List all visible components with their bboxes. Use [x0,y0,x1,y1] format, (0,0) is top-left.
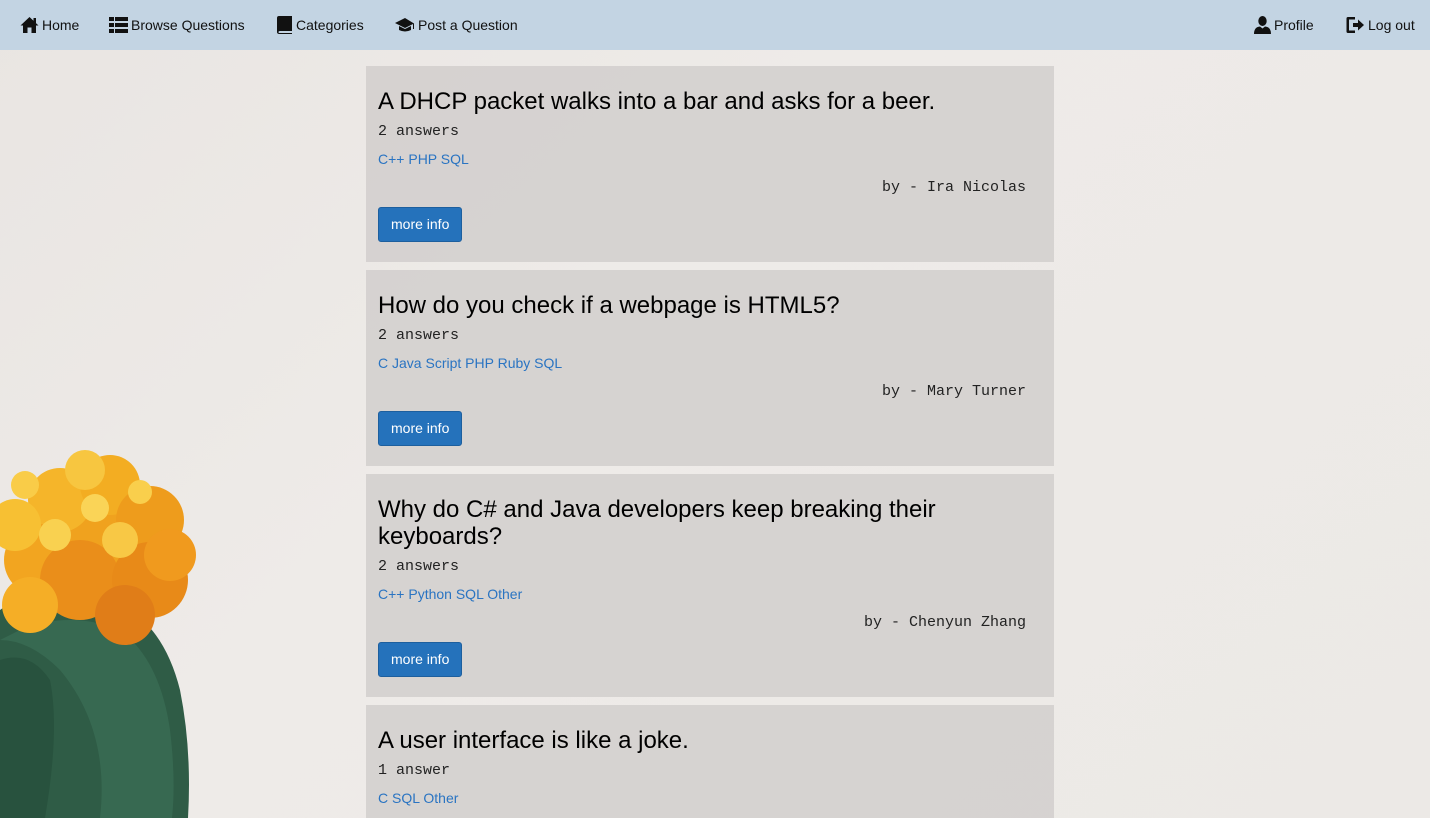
list-icon [109,17,128,33]
question-card: How do you check if a webpage is HTML5? … [366,270,1054,466]
tag-link[interactable]: SQL [456,586,484,602]
user-icon [1254,16,1271,34]
nav-browse-questions[interactable]: Browse Questions [109,0,245,50]
question-card: A DHCP packet walks into a bar and asks … [366,66,1054,262]
navbar: Home Browse Questions Categories Post a … [0,0,1430,50]
tag-link[interactable]: C [378,355,388,371]
question-author: by - Mary Turner [881,383,1026,400]
tag-link[interactable]: Other [423,790,458,806]
nav-post-label: Post a Question [418,17,518,33]
nav-profile-label: Profile [1274,17,1314,33]
tag-link[interactable]: Java Script [392,355,461,371]
tag-link[interactable]: SQL [392,790,420,806]
more-info-button[interactable]: more info [378,411,463,446]
tag-link[interactable]: C [378,790,388,806]
tag-link[interactable]: PHP [465,355,494,371]
cactus-illustration [0,450,196,818]
nav-logout-label: Log out [1368,17,1415,33]
book-icon [277,16,293,34]
question-card: A user interface is like a joke. 1 answe… [366,705,1054,818]
nav-logout[interactable]: Log out [1345,0,1415,50]
tag-list: C++ Python SQL Other [378,586,1042,602]
nav-post-question[interactable]: Post a Question [395,0,518,50]
tag-link[interactable]: SQL [534,355,562,371]
logout-icon [1345,16,1365,34]
tag-link[interactable]: C++ [378,151,404,167]
question-title: A DHCP packet walks into a bar and asks … [378,88,936,115]
nav-browse-label: Browse Questions [131,17,245,33]
question-author: by - Chenyun Zhang [863,614,1026,631]
question-author: by - Ira Nicolas [881,179,1026,196]
question-title: How do you check if a webpage is HTML5? [378,292,840,319]
tag-link[interactable]: Other [487,586,522,602]
answer-count: 1 answer [378,762,451,779]
tag-list: C Java Script PHP Ruby SQL [378,355,1042,371]
answer-count: 2 answers [378,123,460,140]
question-card: Why do C# and Java developers keep break… [366,474,1054,697]
tag-link[interactable]: PHP [408,151,437,167]
answer-count: 2 answers [378,327,460,344]
tag-link[interactable]: C++ [378,586,404,602]
question-title: Why do C# and Java developers keep break… [378,496,936,550]
tag-list: C SQL Other [378,790,1042,806]
nav-profile[interactable]: Profile [1254,0,1314,50]
tag-link[interactable]: Ruby [498,355,531,371]
answer-count: 2 answers [378,558,460,575]
tag-link[interactable]: SQL [441,151,469,167]
question-feed: A DHCP packet walks into a bar and asks … [366,66,1054,818]
nav-home[interactable]: Home [20,0,79,50]
question-title: A user interface is like a joke. [378,727,689,754]
home-icon [20,16,39,34]
nav-home-label: Home [42,17,80,33]
graduation-cap-icon [395,17,415,33]
tag-list: C++ PHP SQL [378,151,1042,167]
more-info-button[interactable]: more info [378,207,463,242]
nav-categories-label: Categories [296,17,364,33]
tag-link[interactable]: Python [408,586,452,602]
nav-categories[interactable]: Categories [277,0,364,50]
more-info-button[interactable]: more info [378,642,463,677]
